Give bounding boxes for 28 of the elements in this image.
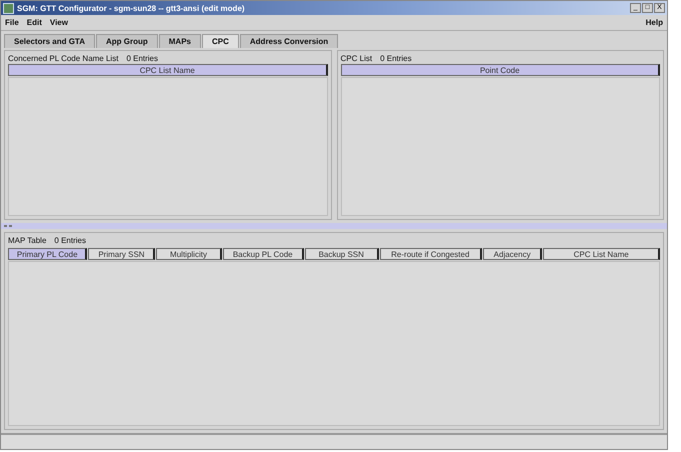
panel-title: CPC List	[340, 54, 372, 62]
column-header[interactable]: Backup SSN	[304, 248, 379, 260]
column-header[interactable]: Primary PL Code	[8, 248, 88, 260]
tab[interactable]: CPC	[202, 34, 239, 48]
column-header[interactable]: Adjacency	[482, 248, 542, 260]
panel-title: MAP Table	[8, 236, 46, 244]
menu-item[interactable]: File	[5, 18, 19, 27]
menu-item[interactable]: Help	[646, 18, 663, 27]
panel-title: Concerned PL Code Name List	[8, 54, 118, 62]
window-title: SGM: GTT Configurator - sgm-sun28 -- gtt3-ansi (edit mode)	[17, 4, 246, 12]
column-header[interactable]: CPC List Name	[8, 64, 328, 76]
column-header[interactable]: Multiplicity	[156, 248, 222, 260]
tab[interactable]: Address Conversion	[240, 34, 338, 48]
app-icon	[3, 2, 14, 14]
tab[interactable]: App Group	[96, 34, 158, 48]
menu-item[interactable]: View	[50, 18, 68, 27]
column-header[interactable]: Re-route if Congested	[380, 248, 482, 260]
column-header[interactable]: Primary SSN	[88, 248, 156, 260]
tab[interactable]: Selectors and GTA	[4, 34, 95, 48]
column-header[interactable]: CPC List Name	[543, 248, 660, 260]
column-header[interactable]: Backup PL Code	[222, 248, 304, 260]
entry-count: 0 Entries	[380, 54, 412, 62]
entry-count: 0 Entries	[54, 236, 86, 244]
column-header[interactable]: Point Code	[340, 64, 660, 76]
tab[interactable]: MAPs	[158, 34, 201, 48]
entry-count: 0 Entries	[126, 54, 158, 62]
splitter-arrows-icon[interactable]	[4, 224, 12, 228]
menu-item[interactable]: Edit	[26, 18, 42, 27]
